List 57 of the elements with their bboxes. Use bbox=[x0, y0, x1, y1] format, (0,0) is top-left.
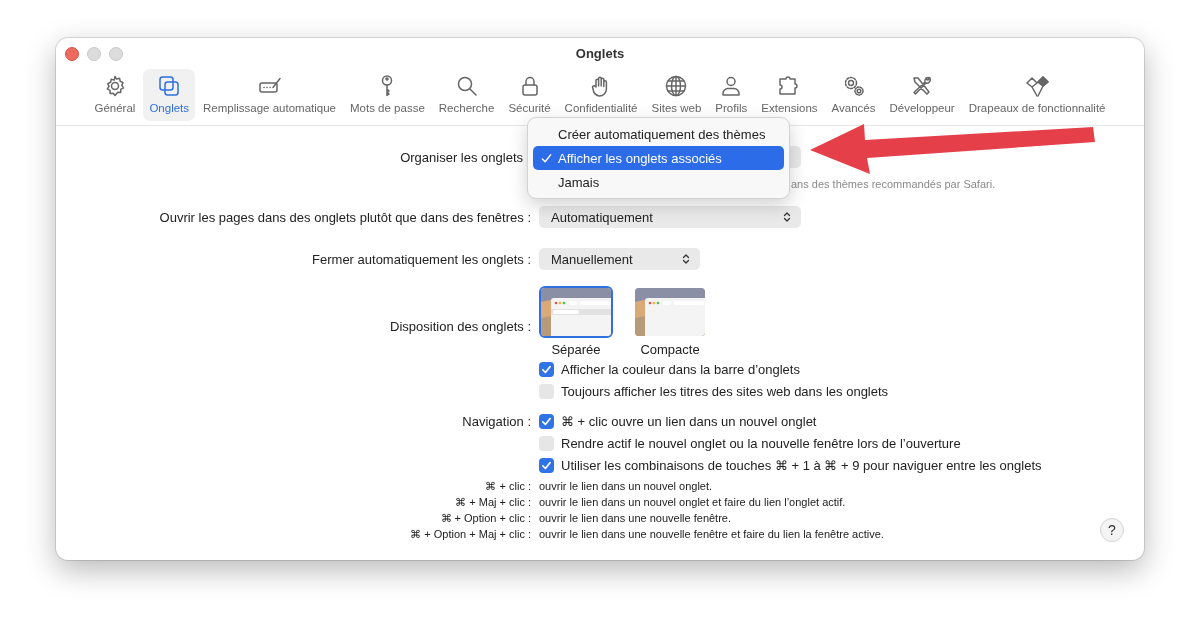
shortcut-description: ouvrir le lien dans un nouvel onglet et faire du lien l’onglet actif. bbox=[539, 496, 846, 508]
browser-window-drawing bbox=[635, 288, 705, 336]
updown-chevron-icon bbox=[783, 211, 791, 223]
checkbox-label: Utiliser les combinaisons de touches ⌘ + 1 à ⌘ + 9 pour naviguer entre les onglets bbox=[561, 457, 1042, 473]
checkbox[interactable] bbox=[539, 383, 554, 399]
toolbar-tab[interactable]: Développeur bbox=[883, 69, 961, 121]
setting-label: Navigation : bbox=[461, 413, 531, 429]
checkbox[interactable] bbox=[539, 413, 554, 429]
toolbar-tab[interactable]: Confidentialité bbox=[558, 69, 644, 121]
menu-item[interactable]: Afficher les onglets associés bbox=[533, 146, 784, 170]
shortcut-keys: ⌘ + Option + Maj + clic : bbox=[56, 527, 531, 541]
toolbar-tab[interactable]: Général bbox=[88, 69, 142, 121]
shortcut-description: ouvrir le lien dans une nouvelle fenêtre. bbox=[539, 512, 731, 524]
shortcut-description: ouvrir le lien dans une nouvelle fenêtre et faire du lien la fenêtre active. bbox=[539, 528, 884, 540]
layout-option[interactable] bbox=[539, 286, 613, 338]
window-title: Onglets bbox=[575, 45, 625, 61]
checkbox-label: Afficher la couleur dans la barre d’onglets bbox=[561, 361, 800, 377]
hint-text: ans des thèmes recommandés par Safari. bbox=[791, 178, 996, 190]
toolbar-tab[interactable]: Profils bbox=[709, 69, 754, 121]
shortcut-keys: ⌘ + Option + clic : bbox=[56, 511, 531, 525]
setting-label: Organiser les onglets bbox=[399, 149, 523, 165]
layout-option[interactable] bbox=[633, 286, 707, 338]
option-caption: Compacte bbox=[640, 342, 700, 358]
updown-chevron-icon bbox=[682, 253, 690, 265]
shortcut-description: ouvrir le lien dans un nouvel onglet. bbox=[539, 480, 713, 492]
toolbar-tab[interactable]: Sites web bbox=[645, 69, 708, 121]
setting-label: Disposition des onglets : bbox=[389, 319, 531, 334]
shortcut-keys: ⌘ + Maj + clic : bbox=[56, 495, 531, 509]
setting-label: Ouvrir les pages dans des onglets plutôt que dans des fenêtres : bbox=[158, 209, 531, 225]
browser-window-drawing bbox=[541, 288, 611, 336]
tabs-icon bbox=[157, 74, 182, 98]
toolbar-tab[interactable]: Sécurité bbox=[502, 69, 557, 121]
checkbox[interactable] bbox=[539, 435, 554, 451]
toolbar-tab[interactable]: Avancés bbox=[825, 69, 882, 121]
toolbar-tab[interactable]: Mots de passe bbox=[344, 69, 431, 121]
checkbox-label: Toujours afficher les titres des sites web dans les onglets bbox=[561, 383, 889, 399]
setting-label: Fermer automatiquement les onglets : bbox=[311, 251, 531, 267]
checkbox-label: Rendre actif le nouvel onglet ou la nouvelle fenêtre lors de l’ouverture bbox=[561, 435, 961, 451]
menu-item[interactable]: Jamais bbox=[533, 170, 784, 194]
menu-item[interactable]: Créer automatiquement des thèmes bbox=[533, 122, 784, 146]
shortcut-keys: ⌘ + clic : bbox=[56, 479, 531, 493]
checkbox-label: ⌘ + clic ouvre un lien dans un nouvel onglet bbox=[561, 413, 817, 429]
globe-icon bbox=[664, 74, 689, 98]
dropdown-button[interactable]: Manuellement bbox=[539, 248, 700, 270]
toolbar-tab[interactable]: Remplissage automatique bbox=[197, 69, 342, 121]
toolbar-tab[interactable]: Recherche bbox=[432, 69, 501, 121]
checkbox[interactable] bbox=[539, 361, 554, 377]
option-caption: Séparée bbox=[551, 342, 601, 358]
toolbar-tab[interactable]: Drapeaux de fonctionnalité bbox=[962, 69, 1112, 121]
toolbar-tab[interactable]: Extensions bbox=[755, 69, 824, 121]
checkmark-icon bbox=[541, 153, 552, 164]
close-button[interactable] bbox=[65, 47, 79, 61]
toolbar-tab[interactable]: Onglets bbox=[143, 69, 196, 121]
flags-icon bbox=[1025, 74, 1050, 98]
dropdown-button[interactable]: Automatiquement bbox=[539, 206, 801, 228]
help-button[interactable]: ? bbox=[1100, 518, 1124, 542]
checkbox[interactable] bbox=[539, 457, 554, 473]
